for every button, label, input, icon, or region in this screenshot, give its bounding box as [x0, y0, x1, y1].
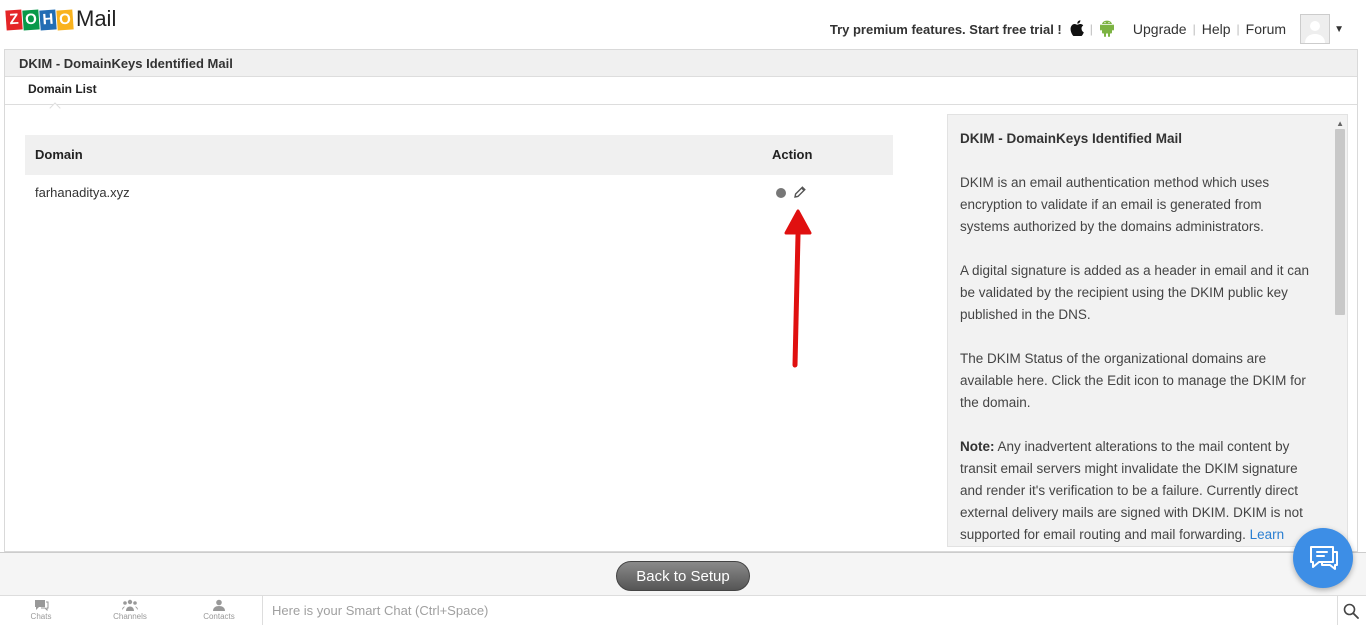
top-nav: Try premium features. Start free trial !… [830, 14, 1344, 44]
footer-contacts[interactable]: Contacts [189, 599, 249, 621]
apple-icon[interactable] [1070, 19, 1084, 39]
logo-letter-h: H [39, 9, 57, 31]
chats-label: Chats [30, 612, 52, 621]
channels-label: Channels [113, 612, 147, 621]
contacts-label: Contacts [203, 612, 235, 621]
domain-table: Domain Action farhanaditya.xyz [25, 135, 893, 211]
help-title: DKIM - DomainKeys Identified Mail [960, 131, 1183, 146]
tab-pointer [49, 102, 61, 114]
top-bar: Z O H O Mail Try premium features. Start… [0, 0, 1366, 46]
app-root: Z O H O Mail Try premium features. Start… [0, 0, 1366, 625]
chat-bubble-icon [1310, 546, 1338, 570]
scroll-thumb[interactable] [1335, 129, 1345, 315]
contacts-icon [213, 599, 225, 611]
tab-bar: Domain List [5, 77, 1357, 114]
nav-separator: | [1089, 22, 1093, 36]
help-content: DKIM - DomainKeys Identified Mail DKIM i… [948, 115, 1347, 546]
zoho-mail-logo[interactable]: Z O H O Mail [5, 6, 117, 32]
scroll-up-arrow-icon[interactable]: ▲ [1336, 119, 1344, 128]
app-name: Mail [76, 6, 117, 31]
table-row[interactable]: farhanaditya.xyz [25, 175, 893, 211]
channels-icon [122, 599, 138, 611]
help-sidebar: DKIM - DomainKeys Identified Mail DKIM i… [947, 114, 1348, 547]
help-paragraph: The DKIM Status of the organizational do… [960, 351, 1306, 410]
note-label: Note: [960, 439, 995, 454]
footer-bar: Chats Channels Contacts [0, 595, 1366, 625]
help-note: Note: Any inadvertent alterations to the… [960, 436, 1309, 546]
tab-domain-list[interactable]: Domain List [28, 82, 97, 96]
chats-icon [35, 600, 49, 611]
action-bar: Back to Setup [0, 552, 1366, 595]
android-icon[interactable] [1099, 19, 1115, 40]
help-scrollbar[interactable]: ▲ [1333, 115, 1347, 546]
zoho-logo-mark: Z O H O [5, 9, 74, 31]
premium-trial-link[interactable]: Try premium features. Start free trial ! [830, 22, 1062, 37]
user-avatar[interactable] [1300, 14, 1331, 44]
forum-link[interactable]: Forum [1246, 21, 1286, 37]
help-paragraph: A digital signature is added as a header… [960, 263, 1309, 322]
nav-separator: | [1192, 22, 1196, 36]
table-header: Domain Action [25, 135, 893, 175]
dkim-status-dot-icon [776, 188, 786, 198]
logo-letter-z: Z [5, 9, 23, 31]
domain-name: farhanaditya.xyz [35, 185, 130, 200]
page-title: DKIM - DomainKeys Identified Mail [5, 50, 1357, 77]
logo-letter-o: O [22, 9, 40, 31]
help-link[interactable]: Help [1202, 21, 1231, 37]
help-paragraph: DKIM is an email authentication method w… [960, 175, 1270, 234]
smart-chat-bar [262, 596, 1338, 625]
footer-channels[interactable]: Channels [100, 599, 160, 621]
user-menu-caret-icon[interactable]: ▼ [1334, 24, 1344, 35]
nav-separator: | [1236, 22, 1240, 36]
chat-fab-button[interactable] [1293, 528, 1353, 588]
back-to-setup-button[interactable]: Back to Setup [616, 561, 750, 591]
logo-letter-o2: O [56, 9, 74, 31]
smart-chat-input[interactable] [263, 596, 1337, 625]
upgrade-link[interactable]: Upgrade [1133, 21, 1187, 37]
column-header-action: Action [772, 147, 813, 162]
footer-chats[interactable]: Chats [11, 599, 71, 621]
annotation-arrow [784, 209, 812, 368]
edit-pencil-icon[interactable] [793, 185, 807, 199]
search-icon[interactable] [1343, 603, 1359, 619]
column-header-domain: Domain [35, 147, 83, 162]
